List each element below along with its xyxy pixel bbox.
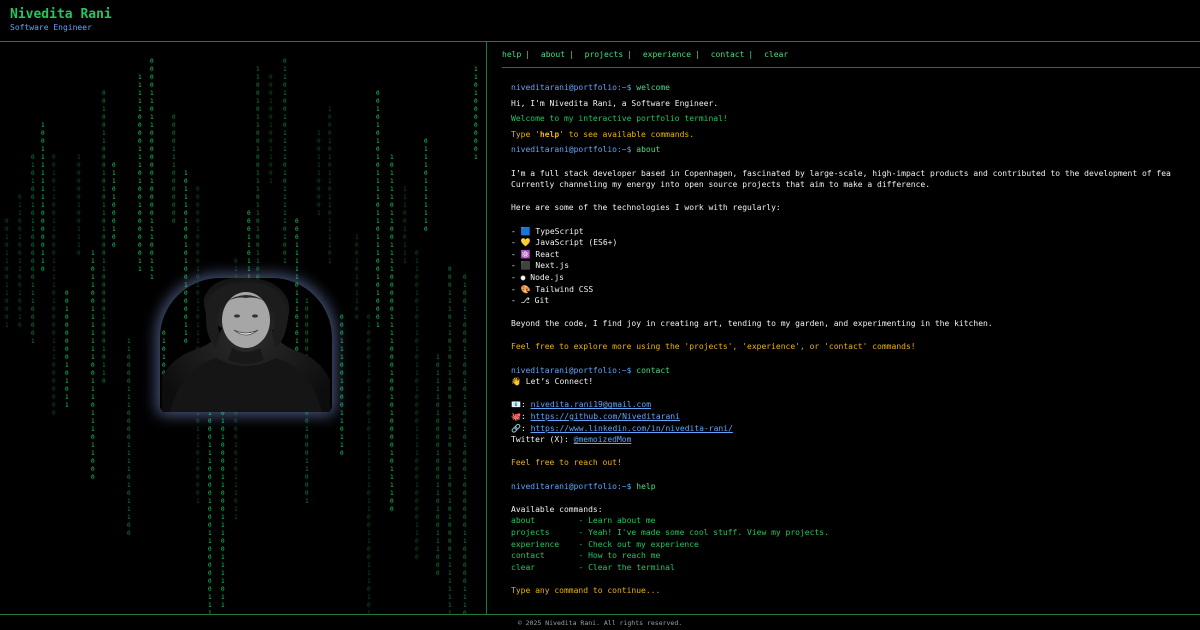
prompt: niveditarani@portfolio:~$	[511, 145, 632, 155]
matrix-column: 1 1 0 0 0 0 1 1 1 0 0 0 0 1 1 1 1 0 1 0 …	[127, 338, 131, 537]
continue-prompt: Type any command to continue...	[511, 585, 661, 595]
about-paragraph-2: Currently channeling my energy into open…	[511, 180, 931, 190]
matrix-column: 0 0 1 0 1 1 0 0 1 1 0 0 0 1 1 1 1 0 1 0 …	[52, 154, 56, 417]
help-title: Available commands:	[511, 504, 603, 514]
tech-item: - 🎨 Tailwind CSS	[511, 284, 594, 294]
matrix-column: 0 0 1 0 0 0 0 0 0 1 0 1 0 1 1	[65, 290, 69, 409]
matrix-column: 1 1 1 1 1 0 0 0 0 1 1 1 0 1 0 0 1 0 0 0 …	[138, 74, 142, 273]
help-command-row: about - Learn about me	[511, 516, 656, 526]
copyright-text: © 2025 Nivedita Rani. All rights reserve…	[517, 619, 683, 627]
matrix-column: 0 1 1 1 0 1 1 1 1 1 1 0	[424, 138, 428, 233]
tech-item: - 💛 JavaScript (ES6+)	[511, 238, 618, 248]
command-line-contact: niveditarani@portfolio:~$ contact	[511, 365, 1200, 377]
nav-help[interactable]: help	[502, 50, 521, 59]
matrix-column: 1 0 1 1 1 1 0 1 1 0 0 1 1 1 1 0 0 0 0 0 …	[390, 154, 394, 513]
tech-item: - 🟦 TypeScript	[511, 226, 584, 236]
matrix-column: 1 0 0 1 1 1 1 1 1 1 1 0 0 0 0 0 1 1 0	[41, 122, 45, 273]
contact-github-row: 🐙: https://github.com/Niveditarani	[511, 411, 1200, 423]
linkedin-link[interactable]: https://www.linkedin.com/in/nivedita-ran…	[531, 424, 733, 433]
help-hint-command: help	[539, 129, 560, 139]
hobbies-text: Beyond the code, I find joy in creating …	[511, 319, 993, 329]
nav-separator: |	[627, 50, 633, 59]
matrix-column: 1 1 0 1 1 0 0 1 1 1 1 1 1 1 0 0 1 1 1 0 …	[91, 250, 95, 481]
explore-hint: Feel free to explore more using the 'pro…	[511, 342, 916, 352]
twitter-link[interactable]: @memoizedMom	[574, 435, 632, 444]
contact-outro: Feel free to reach out!	[511, 458, 622, 468]
help-hint-pre: Type '	[511, 129, 540, 139]
github-link[interactable]: https://github.com/Niveditarani	[531, 412, 680, 421]
matrix-column: 0 1 0 1 0 0 1 0 1 1 0 0 0 0 0 0 1 1 1 0 …	[31, 154, 35, 345]
prompt: niveditarani@portfolio:~$	[511, 83, 632, 92]
matrix-column: 1 1 0 1 0 0 0 0 0 0 0 1	[474, 66, 478, 161]
matrix-column: 0 1 1 0 1 0 0 0 1 0 0	[112, 162, 116, 249]
nav-separator: |	[525, 50, 531, 59]
site-name: Nivedita Rani	[10, 7, 112, 22]
matrix-column: 0 1 1 0 0 1 0 1 0 1 1 0 1 0 1 1 0 1 0 0 …	[415, 250, 419, 561]
matrix-panel: 0 0 1 0 1 1 0 0 1 1 0 0 0 1 0 1 1 0 0 1 …	[0, 42, 487, 614]
command-line-help: niveditarani@portfolio:~$ help	[511, 481, 1200, 493]
avatar-illustration	[162, 278, 330, 412]
contact-linkedin-row: 🔗: https://www.linkedin.com/in/nivedita-…	[511, 423, 1200, 435]
matrix-column: 0 1 0 0 1 1 0 0 0 1 1 0 0 1 0 1 1 0 0 1 …	[463, 274, 467, 614]
prompt: niveditarani@portfolio:~$	[511, 481, 632, 491]
nav-separator: |	[569, 50, 574, 59]
prompt: niveditarani@portfolio:~$	[511, 365, 632, 375]
command-text: help	[636, 481, 656, 491]
matrix-column: 0 0 1 0 1 0 1 0 1 0 1 1 1 1 0 1 1 0 1 1 …	[376, 90, 380, 329]
matrix-column: 0 0 0 0 1 1 0 1 1 0 0 0 0 0 0 1 0 0 0 0 …	[150, 58, 154, 281]
command-text: welcome	[636, 83, 670, 92]
matrix-column: 0 0 0 1 1 1 0 0 1 0 0 0 1 1 0 1 1 0	[340, 314, 344, 457]
welcome-greeting: Hi, I'm Nivedita Rani, a Software Engine…	[511, 98, 719, 108]
help-hint: Type 'help' to see available commands.	[511, 129, 1200, 141]
help-command-row: contact - How to reach me	[511, 551, 661, 561]
command-text: contact	[636, 365, 670, 375]
nav-separator: |	[748, 50, 754, 59]
matrix-column: 1 0 0 1 0 1 0 1 1 0 0	[355, 234, 359, 321]
welcome-message: Welcome to my interactive portfolio term…	[511, 114, 728, 124]
nav-contact[interactable]: contact	[711, 50, 745, 59]
site-role: Software Engineer	[10, 23, 92, 32]
nav-projects[interactable]: projects	[585, 50, 624, 59]
twitter-label: Twitter (X):	[511, 435, 574, 445]
terminal-panel: help | about | projects | experience | conta…	[488, 42, 1200, 614]
tech-item: - ⎇ Git	[511, 296, 550, 306]
tech-item: - ⬛ Next.js	[511, 261, 570, 271]
matrix-column: 0 0 1 0 0 1 1 0 0 0 1 0 1 0 1 1 0 1 0 0 …	[102, 90, 106, 385]
command-nav: help | about | projects | experience | conta…	[502, 50, 1200, 68]
command-line-about: niveditarani@portfolio:~$ about	[511, 144, 1200, 156]
help-command-row: experience - Check out my experience	[511, 539, 699, 549]
command-line-welcome: niveditarani@portfolio:~$ welcome	[511, 82, 1200, 94]
contact-title: 👋 Let’s Connect!	[511, 377, 594, 387]
email-link[interactable]: nivedita.rani19@gmail.com	[531, 400, 651, 409]
email-icon: 📧:	[511, 400, 531, 410]
tech-item: - ● Node.js	[511, 272, 564, 282]
nav-experience[interactable]: experience	[643, 50, 691, 59]
matrix-column: 1 1 1 0 0 1 0 1 1 1	[403, 186, 407, 265]
matrix-column: 0 0 0 1 1 1 0 1 1 0 1 0 1 1 1 0 0 1 1 1 …	[448, 266, 452, 614]
nav-separator: |	[695, 50, 700, 59]
site-header: Nivedita Rani Software Engineer	[0, 0, 1200, 42]
contact-twitter-row: Twitter (X): @memoizedMom	[511, 434, 1200, 446]
contact-email-row: 📧: nivedita.rani19@gmail.com	[511, 399, 1200, 411]
nav-about[interactable]: about	[541, 50, 565, 59]
nav-clear[interactable]: clear	[764, 50, 788, 59]
matrix-column: 1 0 0 0 0 0 1 0 0 1 1 1 0	[77, 154, 81, 257]
matrix-column: 0 1 0 0 0 0 1 1 0 1 0 0 0 1 0 1 1 1 1 1 …	[367, 314, 371, 614]
tech-item: - ⚛️ React	[511, 249, 560, 259]
help-command-row: projects - Yeah! I've made some cool stu…	[511, 527, 829, 537]
help-hint-post: ' to see available commands.	[559, 129, 695, 139]
matrix-column: 1 0 1 1 1 1 0 1 0 0 0 0 1 0 0 0 1 1 0 1 …	[436, 354, 440, 577]
link-icon: 🔗:	[511, 423, 531, 433]
terminal-output: niveditarani@portfolio:~$ welcome Hi, I'…	[511, 82, 1200, 597]
profile-photo	[160, 278, 332, 412]
help-command-row: clear - Clear the terminal	[511, 562, 675, 572]
command-text: about	[636, 145, 661, 155]
matrix-column: 0 0 1 0 1 1 0 0 1 1 0 0 0 1	[5, 218, 9, 329]
matrix-column: 0 1 1 0 0 1 0 0 1 1 0 0 1 0 0 1 0	[18, 194, 22, 329]
github-icon: 🐙:	[511, 412, 531, 422]
footer: © 2025 Nivedita Rani. All rights reserve…	[0, 614, 1200, 630]
tech-intro: Here are some of the technologies I work…	[511, 203, 781, 213]
about-paragraph-1: I’m a full stack developer based in Cope…	[511, 168, 1171, 178]
